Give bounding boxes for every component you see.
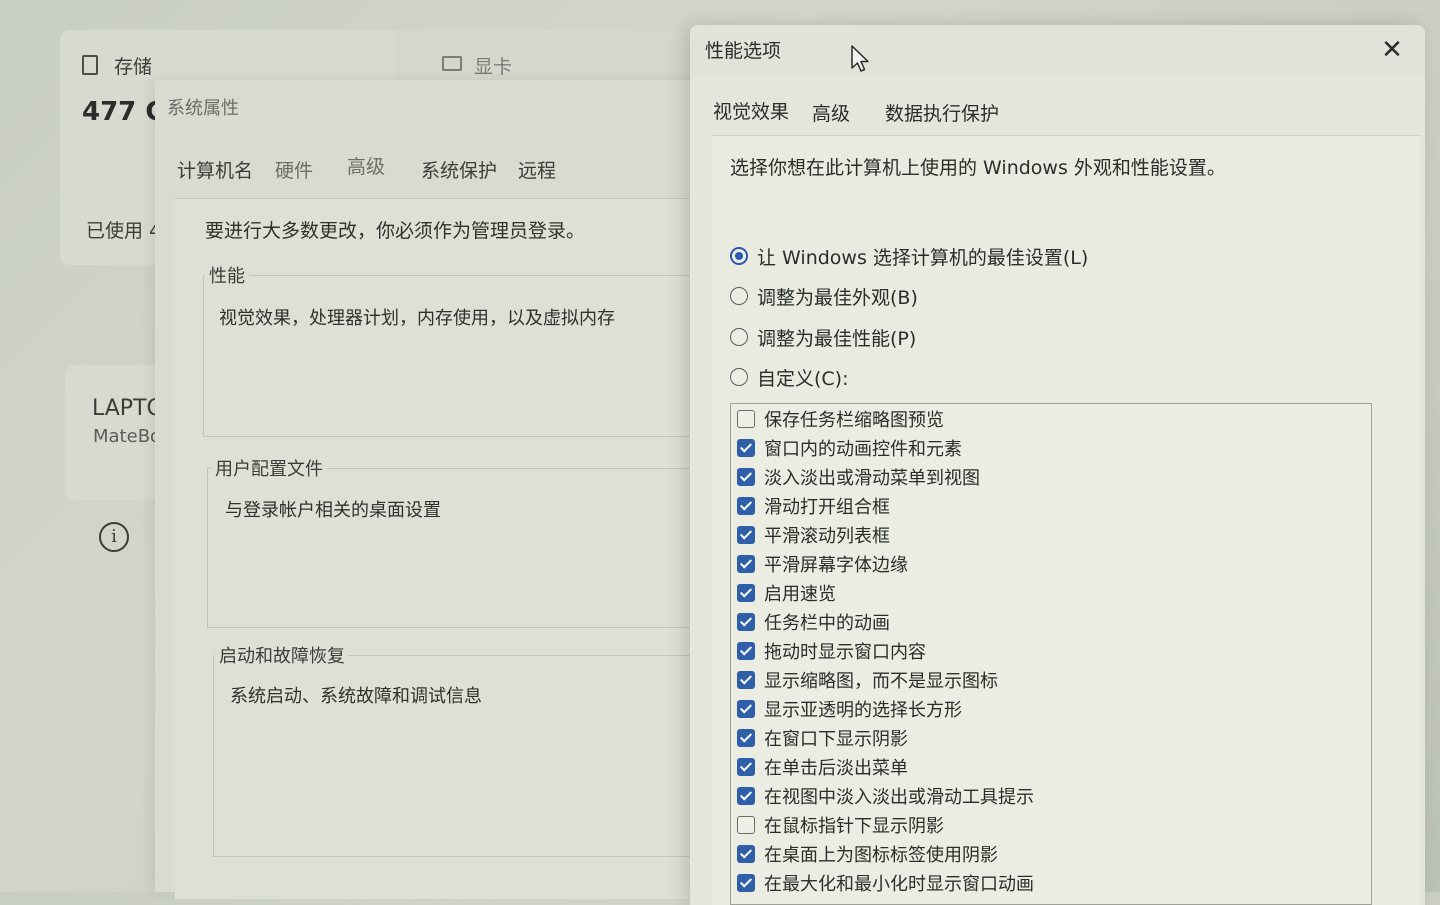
checklist-item[interactable]: 在桌面上为图标标签使用阴影 (737, 842, 998, 866)
checklist-item-label: 在桌面上为图标标签使用阴影 (764, 845, 998, 866)
checkbox-checked-icon[interactable] (737, 584, 755, 602)
checkbox-checked-icon[interactable] (737, 729, 755, 747)
system-properties-title: 系统属性 (167, 98, 239, 119)
radio-button-icon[interactable] (730, 368, 748, 386)
checkbox-checked-icon[interactable] (737, 468, 755, 486)
user-profiles-group-title: 用户配置文件 (211, 455, 327, 481)
performance-description: 视觉效果，处理器计划，内存使用，以及虚拟内存 (219, 308, 615, 329)
startup-recovery-description: 系统启动、系统故障和调试信息 (230, 686, 482, 707)
startup-recovery-group-title: 启动和故障恢复 (215, 642, 349, 668)
mouse-pointer-icon (851, 45, 869, 72)
performance-options-titlebar[interactable] (690, 25, 1425, 75)
performance-options-title: 性能选项 (705, 40, 782, 62)
tab-system-protection[interactable]: 系统保护 (421, 156, 497, 183)
checklist-item-label: 拖动时显示窗口内容 (764, 642, 926, 663)
checklist-item-label: 保存任务栏缩略图预览 (764, 410, 944, 431)
checkbox-checked-icon[interactable] (737, 700, 755, 718)
checklist-item[interactable]: 滑动打开组合框 (737, 494, 890, 518)
checklist-item-label: 在鼠标指针下显示阴影 (764, 816, 944, 837)
checklist-item[interactable]: 任务栏中的动画 (737, 610, 890, 634)
checkbox-unchecked-icon[interactable] (737, 816, 755, 834)
radio-label: 调整为最佳性能(P) (757, 327, 917, 350)
checklist-item[interactable]: 窗口内的动画控件和元素 (737, 436, 962, 460)
storage-value: 477 G (82, 97, 167, 127)
checklist-item[interactable]: 拖动时显示窗口内容 (737, 639, 926, 663)
checkbox-unchecked-icon[interactable] (737, 410, 755, 428)
radio-best-performance[interactable]: 调整为最佳性能(P) (730, 324, 916, 350)
radio-label: 自定义(C): (757, 367, 849, 390)
performance-options-dialog: 性能选项 ✕ 视觉效果 高级 数据执行保护 选择你想在此计算机上使用的 Wind… (690, 25, 1425, 905)
checklist-item-label: 在视图中淡入淡出或滑动工具提示 (764, 787, 1034, 808)
radio-custom[interactable]: 自定义(C): (730, 364, 849, 390)
checkbox-checked-icon[interactable] (737, 642, 755, 660)
tab-computer-name[interactable]: 计算机名 (177, 156, 253, 183)
tab-remote[interactable]: 远程 (518, 156, 556, 183)
checklist-item[interactable]: 平滑滚动列表框 (737, 523, 890, 547)
checklist-item-label: 任务栏中的动画 (764, 613, 890, 634)
tab-data-execution-prevention[interactable]: 数据执行保护 (885, 99, 999, 126)
device-model: MateBo (93, 426, 162, 447)
storage-icon (82, 55, 98, 75)
gpu-label: 显卡 (474, 56, 513, 78)
checklist-item[interactable]: 在视图中淡入淡出或滑动工具提示 (737, 784, 1034, 808)
checkbox-checked-icon[interactable] (737, 439, 755, 457)
tab-advanced[interactable]: 高级 (347, 152, 385, 179)
checklist-item[interactable]: 在最大化和最小化时显示窗口动画 (737, 871, 1034, 895)
checklist-item-label: 显示亚透明的选择长方形 (764, 700, 962, 721)
checkbox-checked-icon[interactable] (737, 555, 755, 573)
checklist-item-label: 平滑滚动列表框 (764, 526, 890, 547)
checklist-item-label: 显示缩略图，而不是显示图标 (764, 671, 998, 692)
checkbox-checked-icon[interactable] (737, 758, 755, 776)
checklist-item[interactable]: 淡入淡出或滑动菜单到视图 (737, 465, 980, 489)
checklist-item-label: 淡入淡出或滑动菜单到视图 (764, 468, 980, 489)
performance-group (203, 275, 694, 437)
checklist-item[interactable]: 平滑屏幕字体边缘 (737, 552, 908, 576)
radio-button-icon[interactable] (730, 328, 748, 346)
checkbox-checked-icon[interactable] (737, 874, 755, 892)
visual-effects-intro: 选择你想在此计算机上使用的 Windows 外观和性能设置。 (730, 157, 1226, 179)
checklist-item[interactable]: 在鼠标指针下显示阴影 (737, 813, 944, 837)
checklist-item-label: 在窗口下显示阴影 (764, 729, 908, 750)
checklist-item[interactable]: 保存任务栏缩略图预览 (737, 407, 944, 431)
checklist-item[interactable]: 显示亚透明的选择长方形 (737, 697, 962, 721)
checklist-item-label: 滑动打开组合框 (764, 497, 890, 518)
storage-used-label: 已使用 4 (86, 220, 162, 242)
tab-hardware[interactable]: 硬件 (275, 156, 313, 183)
checklist-item-label: 平滑屏幕字体边缘 (764, 555, 908, 576)
checkbox-checked-icon[interactable] (737, 613, 755, 631)
close-icon[interactable]: ✕ (1377, 35, 1407, 65)
user-profiles-group (207, 468, 694, 628)
checklist-item[interactable]: 在单击后淡出菜单 (737, 755, 908, 779)
radio-button-icon[interactable] (730, 287, 748, 305)
tab-visual-effects[interactable]: 视觉效果 (713, 97, 789, 124)
checkbox-checked-icon[interactable] (737, 845, 755, 863)
checkbox-checked-icon[interactable] (737, 526, 755, 544)
radio-best-appearance[interactable]: 调整为最佳外观(B) (730, 283, 918, 309)
tab-perf-advanced[interactable]: 高级 (812, 99, 850, 126)
checklist-item-label: 启用速览 (764, 584, 836, 605)
gpu-icon (442, 56, 462, 71)
storage-label: 存储 (114, 56, 153, 78)
device-name: LAPTO (92, 396, 164, 421)
radio-let-windows-choose[interactable]: 让 Windows 选择计算机的最佳设置(L) (730, 243, 1088, 269)
checkbox-checked-icon[interactable] (737, 497, 755, 515)
checklist-item[interactable]: 在窗口下显示阴影 (737, 726, 908, 750)
admin-message: 要进行大多数更改，你必须作为管理员登录。 (205, 220, 586, 242)
radio-label: 调整为最佳外观(B) (757, 286, 918, 309)
checklist-item[interactable]: 启用速览 (737, 581, 836, 605)
checklist-item-label: 窗口内的动画控件和元素 (764, 439, 962, 460)
info-icon[interactable]: i (99, 522, 129, 552)
visual-effects-checklist[interactable]: 保存任务栏缩略图预览 窗口内的动画控件和元素 淡入淡出或滑动菜单到视图 滑动打开组合框… (730, 403, 1372, 905)
performance-group-title: 性能 (205, 262, 249, 288)
checklist-item-label: 在单击后淡出菜单 (764, 758, 908, 779)
system-properties-dialog: 系统属性 计算机名 硬件 高级 系统保护 远程 要进行大多数更改，你必须作为管理… (155, 80, 700, 899)
checklist-item-label: 在最大化和最小化时显示窗口动画 (764, 874, 1034, 895)
user-profiles-description: 与登录帐户相关的桌面设置 (225, 500, 441, 521)
checkbox-checked-icon[interactable] (737, 787, 755, 805)
radio-button-icon[interactable] (730, 247, 748, 265)
checklist-item[interactable]: 显示缩略图，而不是显示图标 (737, 668, 998, 692)
checkbox-checked-icon[interactable] (737, 671, 755, 689)
radio-label: 让 Windows 选择计算机的最佳设置(L) (757, 246, 1089, 269)
